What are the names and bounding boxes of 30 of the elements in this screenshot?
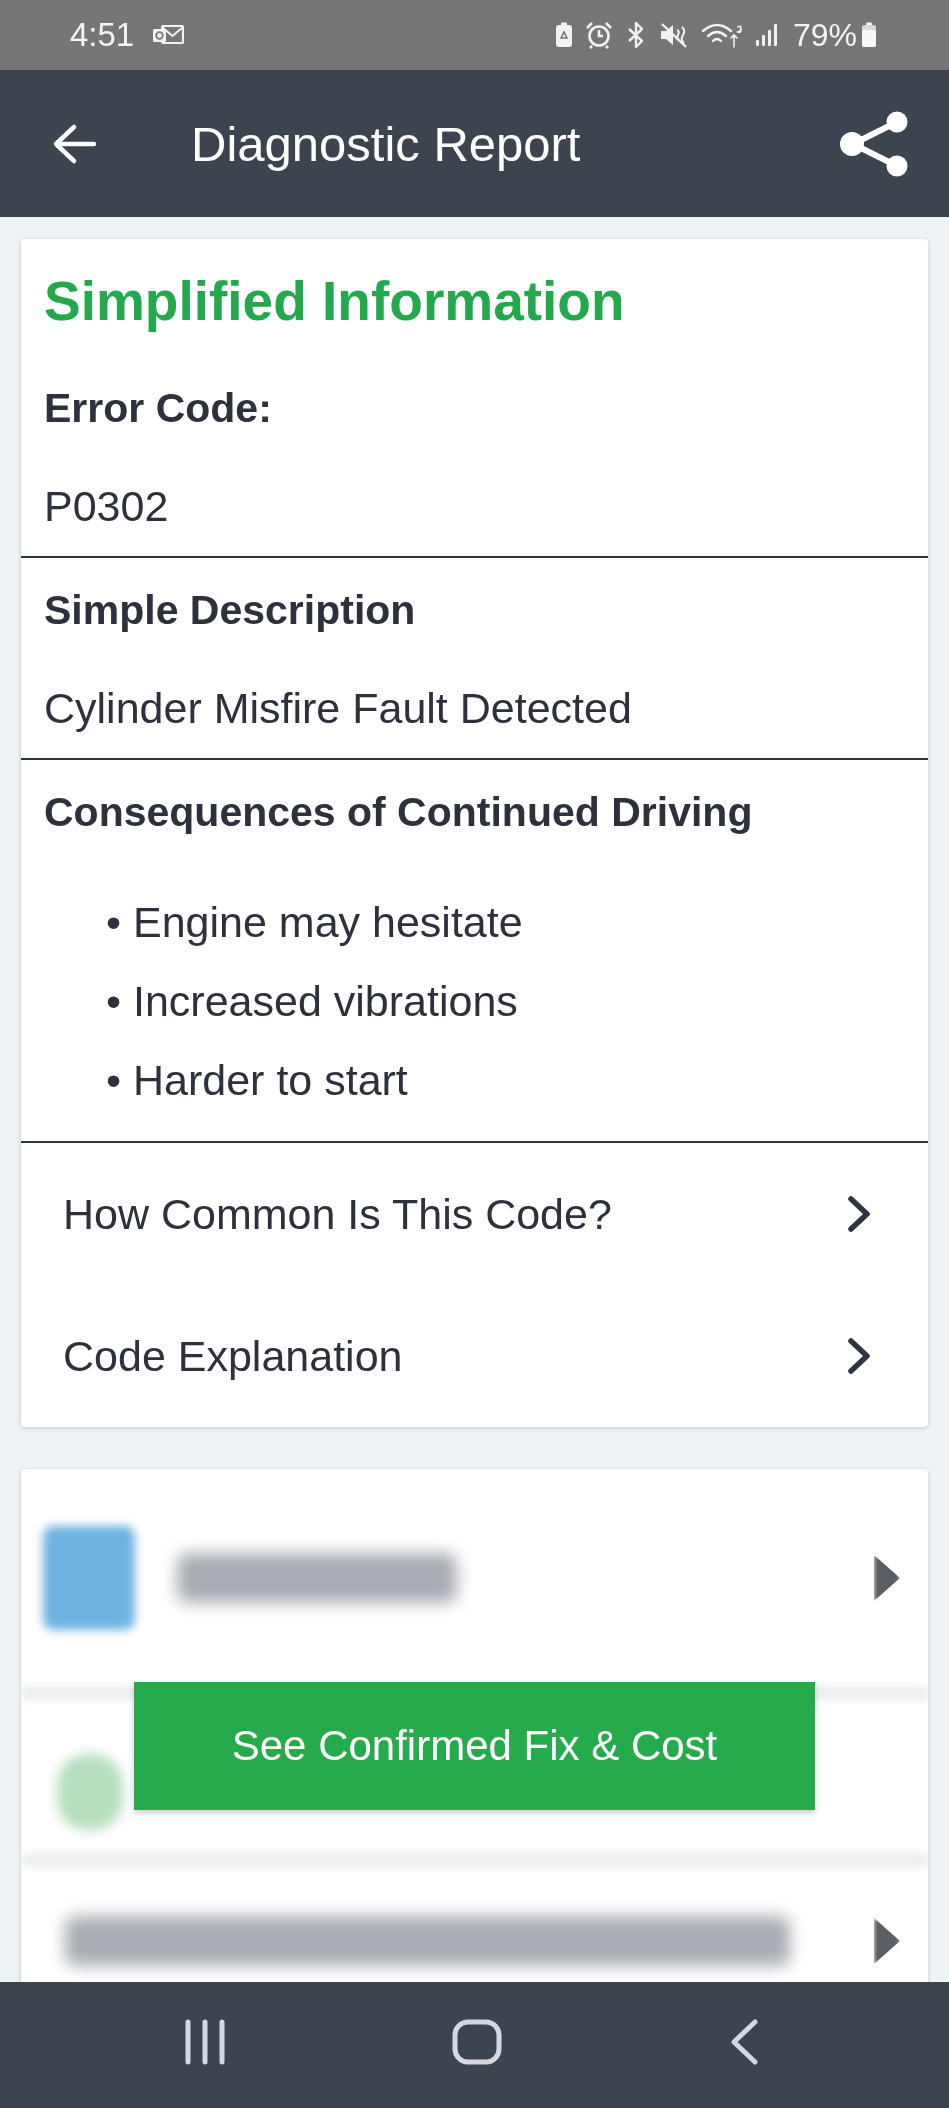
home-icon[interactable] bbox=[452, 2019, 502, 2065]
section-heading: Consequences of Continued Driving bbox=[44, 788, 754, 837]
section-heading: Error Code: bbox=[44, 384, 273, 433]
section-value: P0302 bbox=[44, 481, 170, 532]
mail-notification-icon bbox=[152, 23, 185, 47]
blurred-wrench-icon bbox=[57, 1753, 123, 1830]
recent-apps-icon[interactable] bbox=[183, 2019, 227, 2065]
list-item: • Engine may hesitate bbox=[106, 897, 524, 948]
blurred-tile-icon bbox=[43, 1526, 135, 1630]
alarm-clock-icon bbox=[584, 21, 613, 49]
section-value: Cylinder Misfire Fault Detected bbox=[44, 683, 633, 734]
link-row[interactable]: How Common Is This Code? bbox=[21, 1143, 928, 1285]
section-heading: Simple Description bbox=[44, 586, 417, 635]
list-item: • Increased vibrations bbox=[106, 976, 519, 1027]
wifi-icon bbox=[700, 21, 743, 49]
list-item: • Harder to start bbox=[106, 1055, 409, 1106]
mute-icon bbox=[658, 22, 689, 48]
battery-icon bbox=[861, 22, 877, 48]
back-arrow-icon bbox=[51, 122, 97, 165]
back-button[interactable] bbox=[51, 122, 97, 165]
status-time: 4:51 bbox=[70, 16, 135, 54]
card-title: Simplified Information bbox=[43, 269, 626, 334]
link-label: Code Explanation bbox=[63, 1331, 403, 1382]
link-label: How Common Is This Code? bbox=[63, 1189, 612, 1240]
screen-title: Diagnostic Report bbox=[191, 115, 581, 173]
link-row[interactable]: Code Explanation bbox=[21, 1285, 928, 1427]
battery-percent: 79% bbox=[792, 16, 857, 54]
back-icon[interactable] bbox=[729, 2019, 759, 2065]
signal-icon bbox=[754, 23, 779, 47]
battery-saver-icon bbox=[554, 22, 573, 48]
